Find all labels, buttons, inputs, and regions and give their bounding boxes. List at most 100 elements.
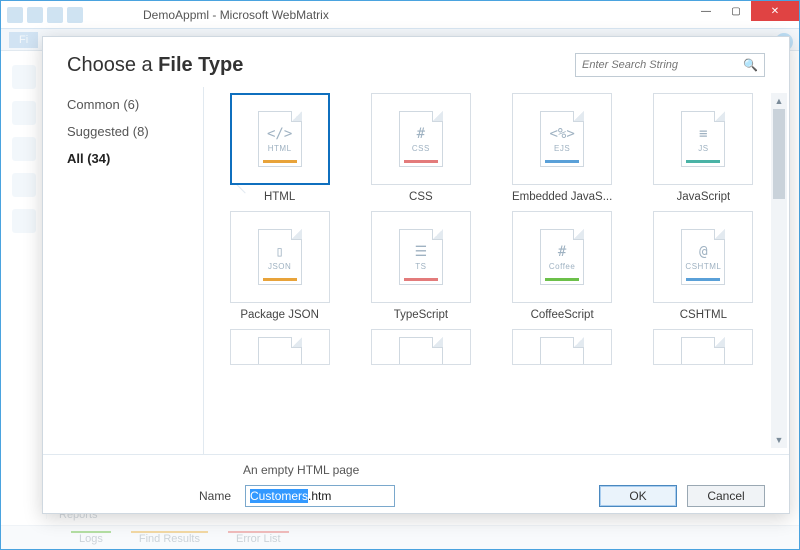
- activity-item[interactable]: [12, 209, 36, 233]
- tile-thumb[interactable]: @ CSHTML: [653, 211, 753, 303]
- dialog-header: Choose a File Type 🔍: [43, 37, 789, 87]
- file-tag: CSHTML: [685, 262, 721, 271]
- dialog-title-bold: File Type: [158, 54, 243, 76]
- category-list: Common (6)Suggested (8)All (34): [43, 87, 203, 454]
- file-icon: #CSS: [399, 111, 443, 167]
- file-type-grid: </>HTMLHTML#CSSCSS<%>EJSEmbedded JavaS..…: [216, 87, 767, 454]
- file-icon: ☰ TS: [399, 229, 443, 285]
- status-tab-find[interactable]: Find Results: [131, 531, 208, 545]
- tile-label: CoffeeScript: [531, 309, 594, 321]
- quick-access-toolbar: [7, 7, 83, 23]
- file-tag: Coffee: [549, 262, 575, 271]
- file-type-tile[interactable]: <%> EJS Embedded JavaS...: [499, 93, 626, 203]
- tile-thumb[interactable]: ≡JS: [653, 93, 753, 185]
- tile-label: HTML: [264, 191, 295, 203]
- file-glyph: #: [417, 126, 425, 142]
- file-type-tile[interactable]: ▯JSONPackage JSON: [216, 211, 343, 321]
- category-item[interactable]: All (34): [67, 145, 203, 172]
- accent-bar: [686, 278, 720, 281]
- file-type-tile[interactable]: ≡JS JavaScript: [640, 93, 767, 203]
- tile-label: TypeScript: [394, 309, 448, 321]
- minimize-button[interactable]: —: [691, 1, 721, 21]
- accent-bar: [263, 278, 297, 281]
- accent-bar: [545, 278, 579, 281]
- accent-bar: [404, 160, 438, 163]
- scroll-up-icon[interactable]: ▲: [771, 93, 787, 109]
- file-icon: [258, 337, 302, 365]
- qat-icon[interactable]: [47, 7, 63, 23]
- status-tab-errors[interactable]: Error List: [228, 531, 289, 545]
- file-tag: EJS: [554, 144, 570, 153]
- titlebar: DemoAppml - Microsoft WebMatrix — ▢ ✕: [1, 1, 799, 29]
- ok-button[interactable]: OK: [599, 485, 677, 507]
- accent-bar: [263, 160, 297, 163]
- category-item[interactable]: Suggested (8): [67, 118, 203, 145]
- tile-thumb[interactable]: #CSS: [371, 93, 471, 185]
- dialog-title-prefix: Choose a: [67, 54, 158, 76]
- dialog-title: Choose a File Type: [67, 54, 243, 77]
- tile-thumb[interactable]: ☰ TS: [371, 211, 471, 303]
- file-glyph: #: [558, 244, 566, 260]
- file-glyph: ▯: [275, 244, 283, 260]
- scroll-thumb[interactable]: [773, 109, 785, 199]
- search-box[interactable]: 🔍: [575, 53, 765, 77]
- activity-item[interactable]: [12, 137, 36, 161]
- file-type-tile[interactable]: #CSSCSS: [357, 93, 484, 203]
- tile-thumb[interactable]: # Coffee: [512, 211, 612, 303]
- file-tag: JSON: [268, 262, 291, 271]
- status-bar: Logs Find Results Error List: [1, 525, 799, 549]
- tile-thumb[interactable]: <%> EJS: [512, 93, 612, 185]
- tile-thumb[interactable]: [653, 329, 753, 365]
- accent-bar: [686, 160, 720, 163]
- search-icon[interactable]: 🔍: [743, 58, 758, 72]
- activity-item[interactable]: [12, 101, 36, 125]
- category-item[interactable]: Common (6): [67, 91, 203, 118]
- file-icon: [399, 337, 443, 365]
- tile-thumb[interactable]: ▯ JSON: [230, 211, 330, 303]
- tile-label: Embedded JavaS...: [512, 191, 612, 203]
- file-icon: # Coffee: [540, 229, 584, 285]
- file-type-tile[interactable]: # Coffee CoffeeScript: [499, 211, 626, 321]
- file-type-tile[interactable]: @ CSHTMLCSHTML: [640, 211, 767, 321]
- scroll-down-icon[interactable]: ▼: [771, 432, 787, 448]
- qat-icon[interactable]: [7, 7, 23, 23]
- file-tag: TS: [415, 262, 426, 271]
- activity-item[interactable]: [12, 65, 36, 89]
- file-type-tile[interactable]: [640, 329, 767, 365]
- file-type-tile[interactable]: [357, 329, 484, 365]
- file-glyph: <%>: [549, 126, 574, 142]
- tile-thumb[interactable]: [371, 329, 471, 365]
- search-input[interactable]: [582, 59, 743, 71]
- tile-label: JavaScript: [677, 191, 731, 203]
- maximize-button[interactable]: ▢: [721, 1, 751, 21]
- qat-icon[interactable]: [27, 7, 43, 23]
- file-glyph: ☰: [415, 244, 428, 260]
- dialog-footer: An empty HTML page Name OK Cancel: [43, 454, 789, 513]
- file-glyph: @: [699, 244, 707, 260]
- template-description: An empty HTML page: [67, 463, 765, 477]
- tile-thumb[interactable]: </>HTML: [230, 93, 330, 185]
- file-type-tile[interactable]: </>HTMLHTML: [216, 93, 343, 203]
- file-icon: ≡JS: [681, 111, 725, 167]
- window-title: DemoAppml - Microsoft WebMatrix: [143, 8, 329, 22]
- file-type-tile[interactable]: [499, 329, 626, 365]
- file-tag: HTML: [268, 144, 292, 153]
- accent-bar: [404, 278, 438, 281]
- file-icon: [681, 337, 725, 365]
- file-icon: ▯ JSON: [258, 229, 302, 285]
- activity-bar: [1, 51, 47, 519]
- ribbon-file-tab[interactable]: Fi: [9, 32, 38, 48]
- file-type-tile[interactable]: ☰ TS TypeScript: [357, 211, 484, 321]
- close-button[interactable]: ✕: [751, 1, 799, 21]
- new-file-dialog: Choose a File Type 🔍 Common (6)Suggested…: [42, 36, 790, 514]
- activity-item[interactable]: [12, 173, 36, 197]
- file-icon: <%> EJS: [540, 111, 584, 167]
- cancel-button[interactable]: Cancel: [687, 485, 765, 507]
- tile-thumb[interactable]: [230, 329, 330, 365]
- tile-thumb[interactable]: [512, 329, 612, 365]
- status-tab-logs[interactable]: Logs: [71, 531, 111, 545]
- scrollbar[interactable]: ▲ ▼: [771, 93, 787, 448]
- name-input[interactable]: [245, 485, 395, 507]
- qat-icon[interactable]: [67, 7, 83, 23]
- file-type-tile[interactable]: [216, 329, 343, 365]
